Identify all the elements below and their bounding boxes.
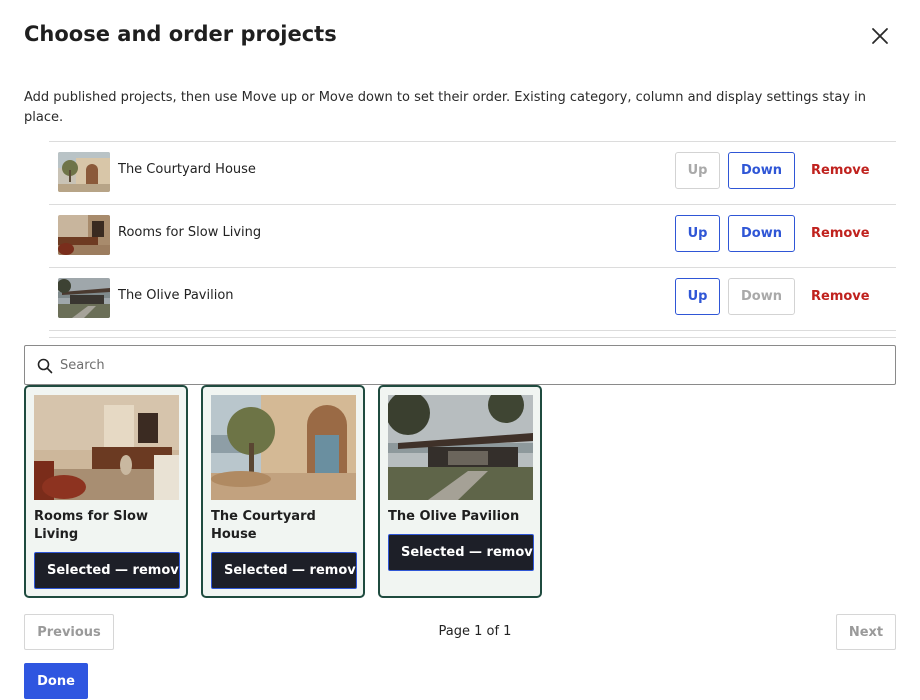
project-image <box>211 395 356 500</box>
close-icon <box>872 28 888 44</box>
project-name: Rooms for Slow Living <box>118 225 262 240</box>
project-card: The Courtyard House Selected — remove <box>201 385 365 598</box>
project-image <box>34 395 179 500</box>
project-card: The Olive Pavilion Selected — remove <box>378 385 542 598</box>
project-card-title: Rooms for Slow Living <box>34 509 148 542</box>
search-input[interactable] <box>60 346 880 384</box>
project-thumbnail <box>58 152 110 192</box>
selected-projects-list: The Courtyard House Up Down Remove Rooms… <box>49 141 896 338</box>
project-card-title: The Olive Pavilion <box>388 509 520 524</box>
dialog-title: Choose and order projects <box>24 22 337 46</box>
search-box <box>24 345 896 385</box>
move-up-button[interactable]: Up <box>675 278 720 315</box>
move-down-button[interactable]: Down <box>728 215 795 252</box>
selected-remove-button[interactable]: Selected — remove <box>211 552 357 589</box>
remove-button[interactable]: Remove <box>811 289 870 304</box>
close-button[interactable] <box>866 22 894 50</box>
order-row: The Courtyard House Up Down Remove <box>49 142 896 205</box>
dialog-intro: Add published projects, then use Move up… <box>24 90 866 125</box>
list-end-divider <box>49 331 896 338</box>
move-up-button[interactable]: Up <box>675 152 720 189</box>
project-image <box>388 395 533 500</box>
project-thumbnail <box>58 278 110 318</box>
project-name: The Courtyard House <box>118 162 256 177</box>
order-row: Rooms for Slow Living Up Down Remove <box>49 205 896 268</box>
selected-remove-button[interactable]: Selected — remove <box>34 552 180 589</box>
move-down-button[interactable]: Down <box>728 152 795 189</box>
page-indicator: Page 1 of 1 <box>438 624 512 639</box>
selected-remove-button[interactable]: Selected — remove <box>388 534 534 571</box>
move-up-button[interactable]: Up <box>675 215 720 252</box>
remove-button[interactable]: Remove <box>811 163 870 178</box>
remove-button[interactable]: Remove <box>811 226 870 241</box>
move-down-button[interactable]: Down <box>728 278 795 315</box>
order-row: The Olive Pavilion Up Down Remove <box>49 268 896 331</box>
project-thumbnail <box>58 215 110 255</box>
project-card-title: The Courtyard House <box>211 509 316 542</box>
search-icon <box>37 358 53 374</box>
done-button[interactable]: Done <box>24 663 88 699</box>
choose-projects-dialog: Choose and order projects Add published … <box>0 0 920 700</box>
project-name: The Olive Pavilion <box>118 288 234 303</box>
next-page-button[interactable]: Next <box>836 614 896 650</box>
previous-page-button[interactable]: Previous <box>24 614 114 650</box>
project-card: Rooms for Slow Living Selected — remove <box>24 385 188 598</box>
